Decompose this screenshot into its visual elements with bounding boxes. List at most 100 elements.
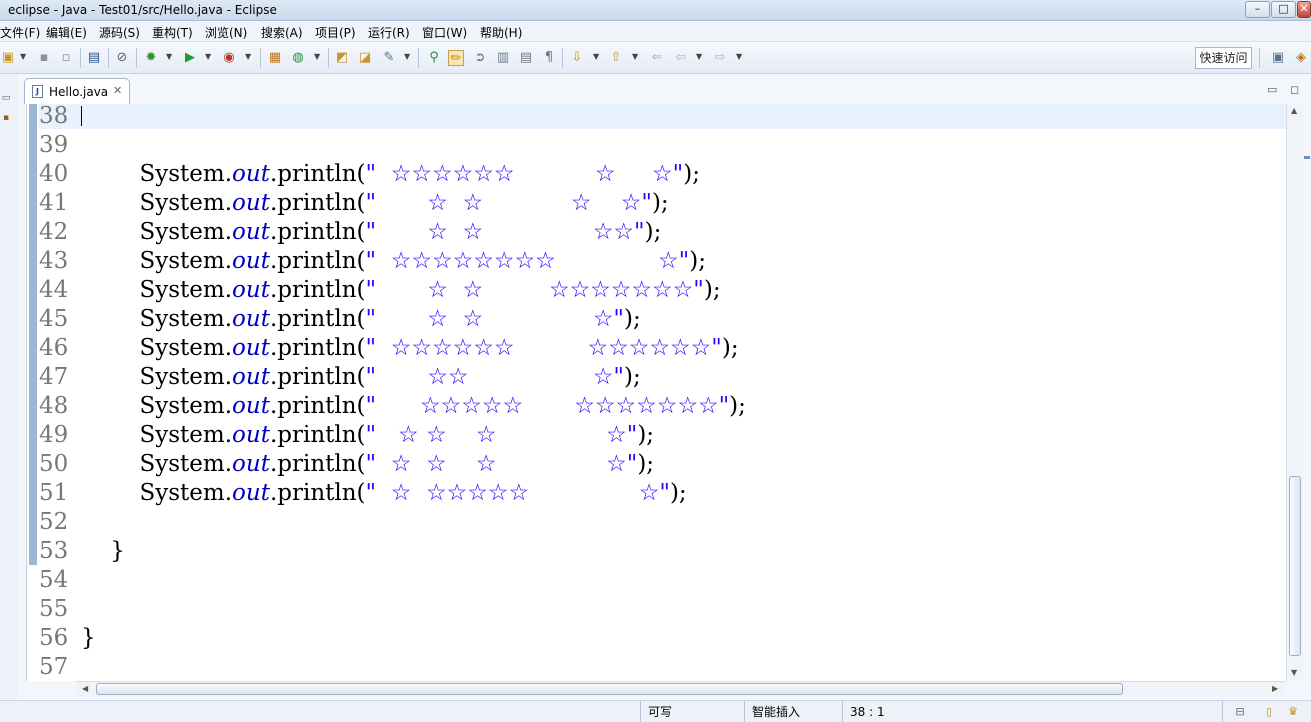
vertical-scrollbar[interactable]: ▲ ▼ (1286, 104, 1303, 681)
code-token-out: out (232, 422, 270, 448)
toggle-word-wrap-icon[interactable]: ✏ (448, 50, 464, 66)
line-number: 50 (39, 451, 69, 477)
open-type-icon[interactable]: ◩ (334, 50, 350, 66)
prev-annotation-icon[interactable]: ⇧ (608, 50, 624, 66)
restore-icon[interactable]: ▭ (0, 92, 12, 104)
prev-annotation-dropdown-icon[interactable]: ▼ (632, 52, 638, 61)
tip-icon[interactable]: ♛ (1286, 705, 1300, 719)
line-number: 42 (39, 219, 69, 245)
code-token-prefix: System. (139, 480, 233, 506)
code-token-mid: .println( (269, 190, 366, 216)
code-token-out: out (232, 480, 270, 506)
next-annotation-icon[interactable]: ⇩ (569, 50, 585, 66)
package-explorer-icon[interactable]: ▪ (0, 112, 12, 124)
code-token-indent (81, 306, 140, 332)
menu-navigate[interactable]: 浏览(N) (205, 24, 247, 41)
new-icon[interactable]: ▣ (0, 50, 16, 66)
search-dropdown-icon[interactable]: ▼ (404, 52, 410, 61)
maximize-editor-icon[interactable]: ◻ (1290, 83, 1299, 96)
line-number: 45 (39, 306, 69, 332)
debug-icon[interactable]: ✹ (143, 50, 159, 66)
run-icon[interactable]: ▶ (182, 50, 198, 66)
tab-hello-java[interactable]: J Hello.java ✕ (24, 78, 130, 104)
code-token-prefix: } (110, 538, 125, 564)
java-perspective-icon[interactable]: ◈ (1293, 50, 1309, 66)
code-token-out: out (232, 277, 270, 303)
vertical-scroll-thumb[interactable] (1289, 476, 1301, 656)
quick-access-field[interactable]: 快速访问 (1195, 47, 1252, 69)
menu-help[interactable]: 帮助(H) (480, 24, 522, 41)
horizontal-scroll-thumb[interactable] (96, 683, 1123, 695)
code-line: } (81, 537, 125, 566)
scroll-down-icon[interactable]: ▼ (1291, 668, 1297, 677)
new-class-icon[interactable]: ◍ (290, 50, 306, 66)
print-icon[interactable]: ▤ (86, 50, 102, 66)
code-editor[interactable]: 38 39 40 System.out.println(" ☆☆☆☆☆☆ ☆ ☆")… (26, 104, 1286, 681)
menu-file[interactable]: 文件(F) (0, 24, 40, 41)
current-line-highlight (39, 104, 1286, 129)
menu-project[interactable]: 项目(P) (315, 24, 356, 41)
code-token-prefix: System. (139, 248, 233, 274)
open-perspective-icon[interactable]: ▣ (1270, 50, 1286, 66)
show-whitespace-icon[interactable]: ▥ (495, 50, 511, 66)
code-token-out: out (232, 364, 270, 390)
debug-dropdown-icon[interactable]: ▼ (166, 52, 172, 61)
code-token-str: " ☆☆☆☆☆ ☆☆☆☆☆☆☆" (365, 393, 730, 419)
toggle-block-selection-icon[interactable]: ➲ (472, 50, 488, 66)
menu-refactor[interactable]: 重构(T) (152, 24, 193, 41)
show-line-numbers-icon[interactable]: ▤ (518, 50, 534, 66)
maximize-button[interactable]: □ (1271, 1, 1296, 18)
code-token-indent (81, 277, 140, 303)
code-token-str: " ☆☆ ☆" (365, 364, 625, 390)
scroll-right-icon[interactable]: ▶ (1272, 684, 1278, 693)
next-annotation-dropdown-icon[interactable]: ▼ (593, 52, 599, 61)
menu-search[interactable]: 搜索(A) (261, 24, 303, 41)
code-token-out: out (232, 335, 270, 361)
new-dropdown-icon[interactable]: ▼ (20, 52, 26, 61)
code-token-suffix: ); (721, 335, 739, 361)
save-all-icon[interactable]: ▫ (58, 50, 74, 66)
menu-run[interactable]: 运行(R) (368, 24, 410, 41)
back-icon[interactable]: ⇦ (673, 50, 689, 66)
minimize-button[interactable]: – (1245, 1, 1270, 18)
code-token-mid: .println( (269, 364, 366, 390)
open-task-icon[interactable]: ◪ (357, 50, 373, 66)
search-icon[interactable]: ✎ (381, 50, 397, 66)
horizontal-scrollbar[interactable]: ◀ ▶ (76, 681, 1286, 696)
code-line: System.out.println(" ☆☆☆☆☆☆ ☆ ☆"); (81, 160, 700, 189)
back-dropdown-icon[interactable]: ▼ (696, 52, 702, 61)
close-icon[interactable]: ✕ (113, 84, 122, 97)
scroll-up-icon[interactable]: ▲ (1291, 106, 1297, 115)
menu-edit[interactable]: 编辑(E) (46, 24, 87, 41)
code-token-indent (81, 219, 140, 245)
code-token-suffix: ); (624, 306, 641, 332)
run-dropdown-icon[interactable]: ▼ (205, 52, 211, 61)
close-button[interactable]: ✕ (1297, 1, 1311, 18)
code-token-indent (81, 480, 140, 506)
code-line: System.out.println(" ☆ ☆ ☆☆"); (81, 218, 662, 247)
new-class-dropdown-icon[interactable]: ▼ (314, 52, 320, 61)
book-icon[interactable]: ▯ (1262, 705, 1276, 719)
code-line: System.out.println(" ☆ ☆ ☆"); (81, 305, 641, 334)
minimize-editor-icon[interactable]: ▭ (1267, 83, 1277, 96)
annotation-ruler (27, 104, 39, 681)
run-external-dropdown-icon[interactable]: ▼ (245, 52, 251, 61)
paragraph-icon[interactable]: ¶ (541, 50, 557, 66)
code-token-suffix: ); (644, 219, 662, 245)
status-writable: 可写 (640, 701, 740, 722)
progress-icon[interactable]: ⊟ (1233, 705, 1247, 719)
toggle-mark-occurrences-icon[interactable]: ⚲ (426, 50, 442, 66)
run-external-icon[interactable]: ◉ (221, 50, 237, 66)
new-java-project-icon[interactable]: ▦ (267, 50, 283, 66)
save-icon[interactable]: ▪ (36, 50, 52, 66)
code-token-prefix: System. (139, 306, 233, 332)
scroll-left-icon[interactable]: ◀ (82, 684, 88, 693)
forward-icon[interactable]: ⇨ (712, 50, 728, 66)
forward-dropdown-icon[interactable]: ▼ (736, 52, 742, 61)
overview-ruler[interactable] (1303, 104, 1311, 681)
last-edit-location-icon[interactable]: ⇐ (649, 50, 665, 66)
menu-window[interactable]: 窗口(W) (422, 24, 467, 41)
line-number: 40 (39, 161, 69, 187)
menu-source[interactable]: 源码(S) (99, 24, 140, 41)
skip-breakpoints-icon[interactable]: ⊘ (114, 50, 130, 66)
